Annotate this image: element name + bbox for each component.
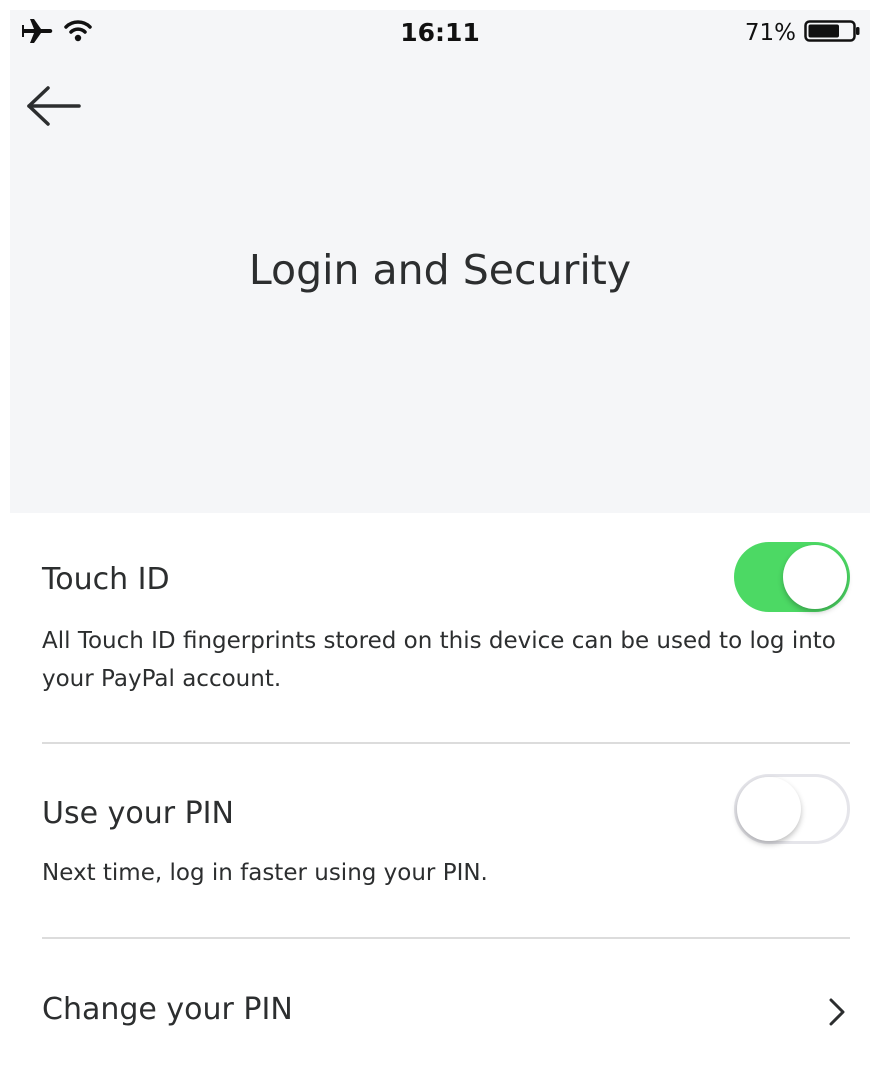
page-title: Login and Security xyxy=(248,246,632,294)
toggle-knob xyxy=(783,545,847,609)
status-time: 16:11 xyxy=(400,18,480,47)
setting-touch-id: Touch ID All Touch ID fingerprints store… xyxy=(42,542,850,702)
status-bar: 16:11 71% xyxy=(10,10,870,56)
status-right: 71% xyxy=(745,18,862,48)
touch-id-description: All Touch ID fingerprints stored on this… xyxy=(42,628,836,692)
change-pin-row[interactable]: Change your PIN xyxy=(42,972,850,1052)
arrow-left-icon xyxy=(24,86,84,132)
battery-icon xyxy=(804,18,862,48)
use-pin-description: Next time, log in faster using your PIN. xyxy=(42,860,488,886)
header: 16:11 71% Login and Security xyxy=(10,10,870,513)
divider xyxy=(42,742,850,744)
chevron-right-icon xyxy=(822,992,852,1032)
battery-percent: 71% xyxy=(744,20,796,46)
change-pin-label: Change your PIN xyxy=(42,992,293,1027)
back-button[interactable] xyxy=(24,84,84,128)
toggle-knob xyxy=(737,777,801,841)
setting-use-pin: Use your PIN Next time, log in faster us… xyxy=(42,776,850,906)
login-security-screen: 16:11 71% Login and Security Touch ID Al… xyxy=(0,0,870,1074)
divider xyxy=(42,937,850,939)
use-pin-label: Use your PIN xyxy=(42,796,234,831)
touch-id-toggle[interactable] xyxy=(734,542,850,612)
touch-id-label: Touch ID xyxy=(42,562,170,597)
use-pin-toggle[interactable] xyxy=(734,774,850,844)
